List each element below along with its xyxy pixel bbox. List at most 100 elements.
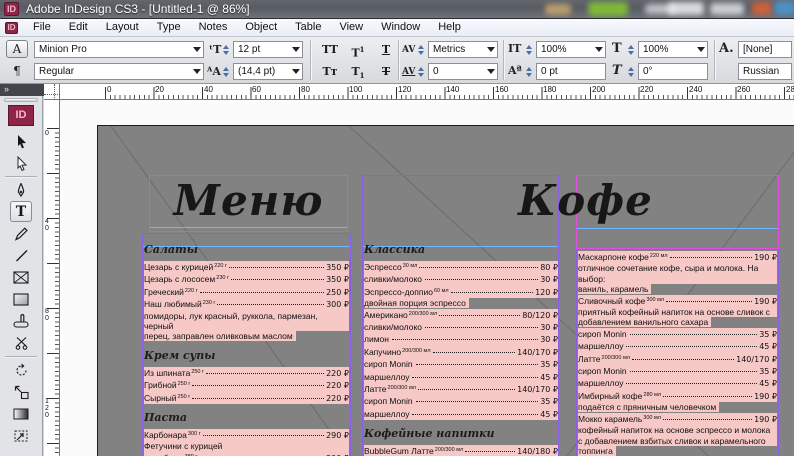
title-bar[interactable]: ID Adobe InDesign CS3 - [Untitled-1 @ 86… xyxy=(0,0,794,19)
panel-dock-collapse-bar[interactable]: » xyxy=(0,84,44,96)
menu-column-right[interactable]: Маскарпоне кофе220 мл 190 ₽ отличное соч… xyxy=(578,251,777,456)
menu-line[interactable]: Кофейные напитки xyxy=(364,427,558,440)
menu-line[interactable]: Фетучини с курицей xyxy=(144,441,349,452)
menu-view[interactable]: View xyxy=(330,19,372,36)
menu-line[interactable]: Грибной250 г 220 ₽ xyxy=(144,379,349,392)
menu-line[interactable]: Эспрессо30 мл 80 ₽ xyxy=(364,261,558,274)
menu-layout[interactable]: Layout xyxy=(97,19,148,36)
type-tool[interactable]: T xyxy=(10,201,32,222)
font-style-combo[interactable]: Regular xyxy=(34,63,204,80)
document-icon[interactable]: ID xyxy=(5,21,18,34)
menu-line[interactable]: Из шпината250 г 220 ₽ xyxy=(144,366,349,380)
small-caps-button[interactable]: Tᴛ xyxy=(318,63,342,81)
pencil-tool[interactable] xyxy=(0,222,42,244)
scale-tool[interactable] xyxy=(0,381,42,403)
page-background-frame[interactable]: Меню Кофе Салаты Цезарь с курицей220 г 3… xyxy=(97,125,794,456)
baseline-shift-stepper[interactable] xyxy=(524,63,533,80)
menu-line[interactable]: с добавлением взбитых сливок и карамельн… xyxy=(578,435,777,446)
menu-line[interactable]: сироп Monin 35 ₽ xyxy=(364,358,558,371)
font-size-combo[interactable]: 12 pt xyxy=(233,41,303,58)
menu-line[interactable]: Латте200/300 мл 140/170 ₽ xyxy=(364,383,558,396)
superscript-button[interactable]: T1 xyxy=(346,41,370,60)
menu-line[interactable]: Эспрессо-доппио60 мл 120 ₽ xyxy=(364,285,558,299)
dropdown-arrow-icon[interactable] xyxy=(292,69,300,74)
menu-line[interactable]: Классика xyxy=(364,243,558,256)
skew-stepper[interactable] xyxy=(626,63,635,80)
menu-line[interactable]: маршеллоу 45 ₽ xyxy=(578,377,777,390)
language-combo[interactable]: Russian xyxy=(738,63,792,80)
pen-tool[interactable] xyxy=(0,179,42,201)
menu-line[interactable]: и грибами380 г 290 ₽ xyxy=(144,451,349,456)
menu-object[interactable]: Object xyxy=(236,19,286,36)
menu-line[interactable]: ваниль, карамель xyxy=(578,284,777,295)
character-style-combo[interactable]: [None] xyxy=(738,41,792,58)
menu-line[interactable]: добавлением ванильного сахара xyxy=(578,317,777,328)
kerning-combo[interactable]: Metrics xyxy=(428,41,498,58)
menu-line[interactable]: Латте200/300 мл 140/170 ₽ xyxy=(578,352,777,366)
menu-column-middle[interactable]: Классика Эспрессо30 мл 80 ₽ сливки/молок… xyxy=(364,243,558,456)
menu-line[interactable]: Американо200/300 мл 80/120 ₽ xyxy=(364,308,558,322)
expand-dock-icon[interactable]: » xyxy=(4,84,9,94)
menu-table[interactable]: Table xyxy=(286,19,330,36)
free-transform-tool[interactable] xyxy=(0,425,42,447)
menu-title[interactable]: Меню xyxy=(149,178,348,224)
menu-line[interactable]: Сырный250 г 220 ₽ xyxy=(144,391,349,405)
vertical-scale-stepper[interactable] xyxy=(524,41,533,58)
menu-line[interactable]: маршеллоу 45 ₽ xyxy=(364,370,558,384)
menu-column-left[interactable]: Салаты Цезарь с курицей220 г 350 ₽ Цезар… xyxy=(144,243,349,456)
character-formatting-button[interactable]: A xyxy=(6,40,28,58)
kerning-stepper[interactable] xyxy=(416,41,425,58)
menu-line[interactable]: отличное сочетание кофе, сыра и молока. … xyxy=(578,263,777,285)
menu-line[interactable]: BubbleGum Латте200/300 мл 140/180 ₽ xyxy=(364,445,558,456)
rotate-tool[interactable] xyxy=(0,359,42,381)
menu-line[interactable]: сироп Monin 35 ₽ xyxy=(364,395,558,408)
menu-line[interactable]: сироп Monin 35 ₽ xyxy=(578,365,777,378)
scissors-tool[interactable] xyxy=(0,332,42,354)
line-tool[interactable] xyxy=(0,244,42,266)
direct-selection-tool[interactable] xyxy=(0,152,42,174)
tracking-combo[interactable]: 0 xyxy=(428,63,498,80)
dropdown-arrow-icon[interactable] xyxy=(292,47,300,52)
horizontal-scale-stepper[interactable] xyxy=(626,41,635,58)
strikethrough-button[interactable]: T xyxy=(374,63,398,81)
horizontal-scale-combo[interactable]: 100% xyxy=(638,41,708,58)
ruler-origin-box[interactable] xyxy=(44,84,60,100)
menu-help[interactable]: Help xyxy=(429,19,470,36)
dropdown-arrow-icon[interactable] xyxy=(487,47,495,52)
menu-line[interactable]: Капучино200/300 мл 140/170 ₽ xyxy=(364,345,558,359)
menu-notes[interactable]: Notes xyxy=(190,19,237,36)
menu-line[interactable]: сливки/молоко 30 ₽ xyxy=(364,321,558,334)
dropdown-arrow-icon[interactable] xyxy=(193,47,201,52)
menu-line[interactable]: Цезарь с лососем230 г 350 ₽ xyxy=(144,273,349,286)
dropdown-arrow-icon[interactable] xyxy=(193,69,201,74)
horizontal-ruler[interactable]: 0 20 40 60 80 100 120 140 160 180 200 22… xyxy=(60,84,794,100)
vertical-scale-combo[interactable]: 100% xyxy=(536,41,606,58)
menu-line[interactable]: сливки/молоко 30 ₽ xyxy=(364,273,558,286)
underline-button[interactable]: T xyxy=(374,41,398,59)
tracking-stepper[interactable] xyxy=(416,63,425,80)
gradient-tool[interactable] xyxy=(0,403,42,425)
skew-field[interactable]: 0° xyxy=(638,63,708,80)
menu-line[interactable]: перец, заправлен оливковым маслом xyxy=(144,331,349,342)
menu-line[interactable]: Цезарь с курицей220 г 350 ₽ xyxy=(144,261,349,274)
frame-tool[interactable] xyxy=(0,266,42,288)
menu-line[interactable]: Имбирный кофе280 мл 190 ₽ xyxy=(578,389,777,403)
leading-stepper[interactable] xyxy=(221,63,230,80)
menu-line[interactable]: Салаты xyxy=(144,243,349,256)
menu-line[interactable]: сироп Monin 35 ₽ xyxy=(578,327,777,341)
menu-line[interactable]: Паста xyxy=(144,411,349,424)
menu-line[interactable]: приятный кофейный напиток на основе слив… xyxy=(578,307,777,318)
menu-line[interactable]: двойная порция эспрессо xyxy=(364,298,558,309)
menu-type[interactable]: Type xyxy=(148,19,190,36)
dropdown-arrow-icon[interactable] xyxy=(697,47,705,52)
menu-line[interactable]: Маскарпоне кофе220 мл 190 ₽ xyxy=(578,251,777,264)
selection-tool[interactable] xyxy=(0,130,42,152)
menu-line[interactable]: Греческий220 г 250 ₽ xyxy=(144,285,349,299)
leading-combo[interactable]: (14,4 pt) xyxy=(233,63,303,80)
font-size-stepper[interactable] xyxy=(221,41,230,58)
document-canvas[interactable]: Меню Кофе Салаты Цезарь с курицей220 г 3… xyxy=(60,100,794,456)
menu-line[interactable]: лимон 30 ₽ xyxy=(364,333,558,346)
baseline-shift-field[interactable]: 0 pt xyxy=(536,63,606,80)
menu-file[interactable]: File xyxy=(24,19,60,36)
menu-line[interactable]: Сливочный кофе300 мл 190 ₽ xyxy=(578,294,777,308)
